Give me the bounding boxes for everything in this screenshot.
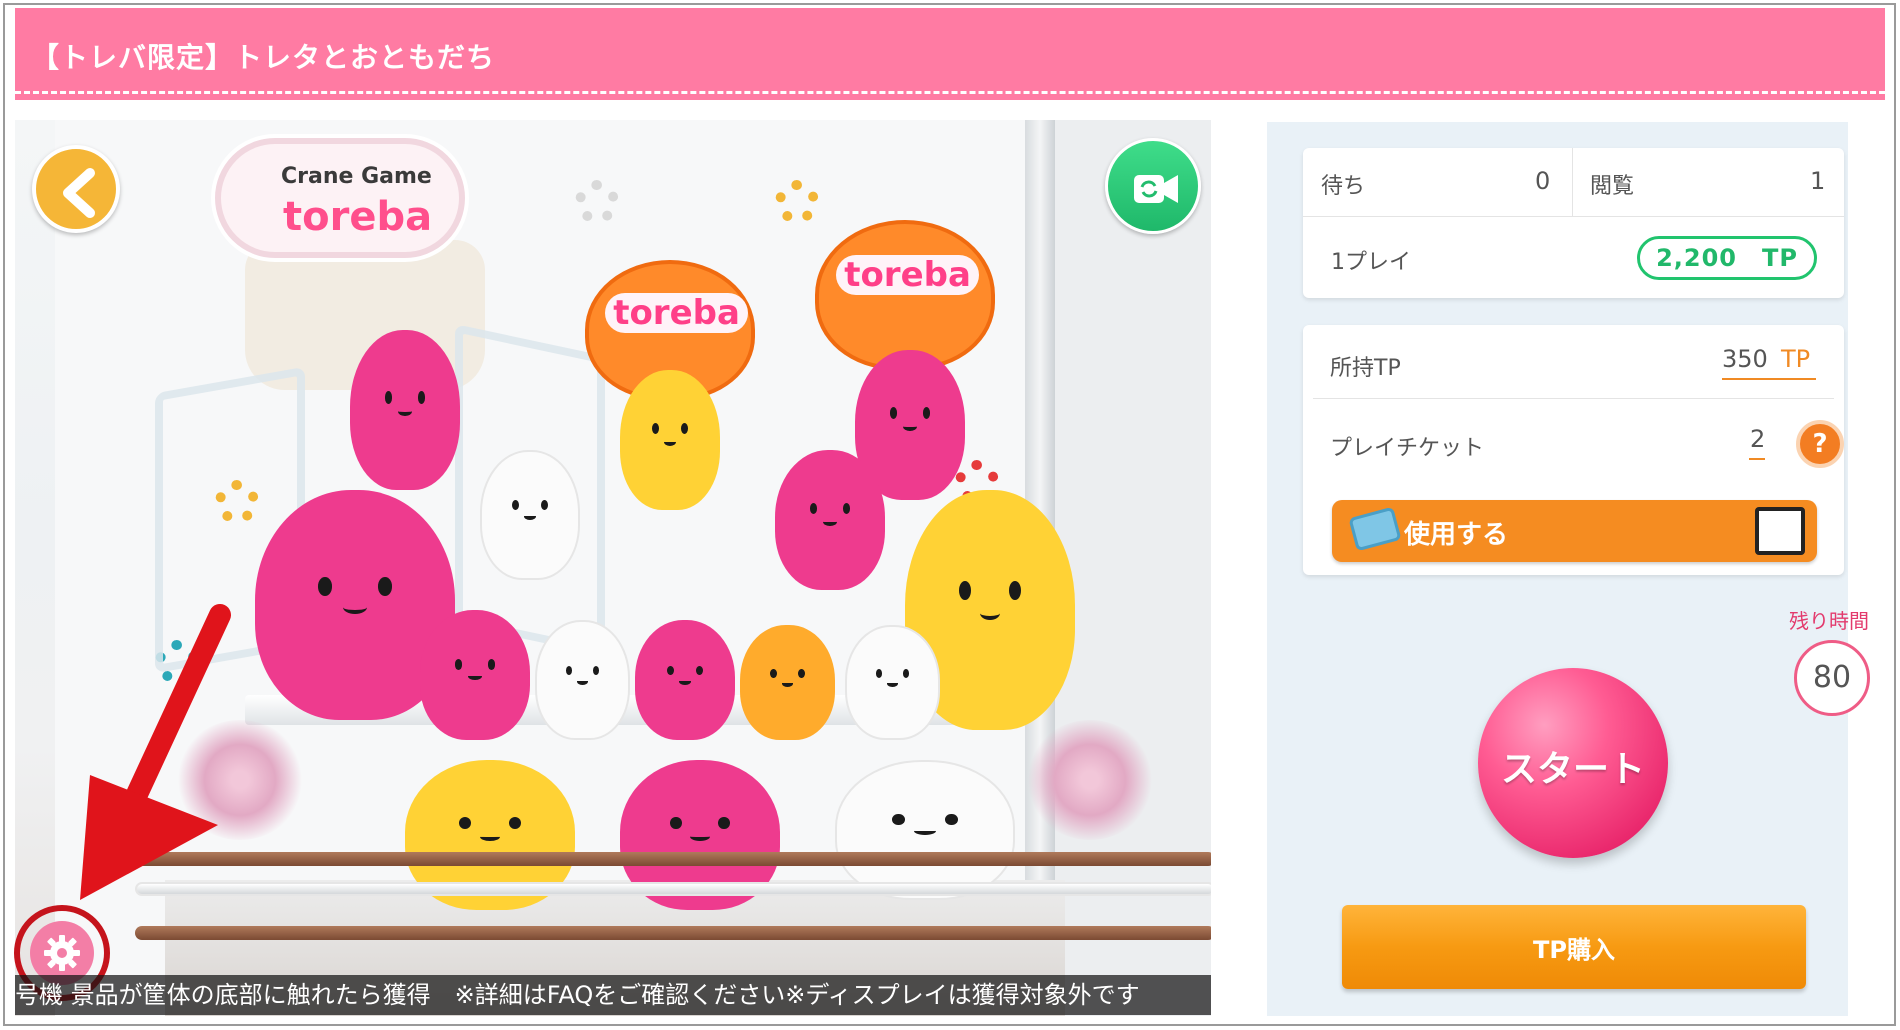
divider — [1303, 216, 1844, 217]
title-banner: 【トレバ限定】トレタとおともだち — [15, 8, 1885, 100]
decor-flower — [775, 180, 819, 224]
use-ticket-label: 使用する — [1404, 520, 1509, 550]
plush-yellow-small — [620, 370, 720, 510]
use-ticket-toggle[interactable]: 使用する — [1332, 500, 1817, 562]
buy-tp-label: TP購入 — [1533, 936, 1615, 964]
red-arrow-annotation — [80, 604, 231, 900]
crane-game-logo: Crane Game toreba — [215, 138, 465, 258]
waiting-label: 待ち — [1321, 174, 1366, 199]
plush-pink-small — [420, 610, 530, 740]
use-ticket-checkbox[interactable] — [1755, 507, 1805, 555]
logo-line-1: Crane Game — [281, 164, 432, 189]
play-price-badge: 2,200 TP — [1637, 236, 1817, 280]
divider — [1572, 148, 1573, 216]
plush-white-small — [480, 450, 580, 580]
switch-camera-button[interactable] — [1105, 138, 1201, 234]
plush-white-small — [845, 625, 940, 740]
owned-tp-unit: TP — [1781, 345, 1811, 373]
chevron-left-icon — [63, 168, 95, 218]
remaining-time-label: 残り時間 — [1789, 609, 1869, 633]
buy-tp-button[interactable]: TP購入 — [1342, 905, 1806, 989]
plush-orange-small — [740, 625, 835, 740]
switch-camera-icon — [1134, 175, 1178, 203]
prize-bag: toreba — [815, 220, 995, 370]
waiting-value: 0 — [1535, 167, 1551, 195]
viewing-value: 1 — [1810, 167, 1826, 195]
banner-dash-line — [15, 91, 1885, 94]
plush-white-lying — [835, 760, 1015, 900]
logo-line-2: toreba — [283, 194, 433, 240]
play-ticket-label: プレイチケット — [1330, 436, 1485, 461]
start-button-label: スタート — [1500, 749, 1645, 790]
play-cost-label: 1プレイ — [1331, 250, 1411, 275]
divider — [1313, 398, 1834, 399]
viewing-label: 閲覧 — [1590, 174, 1635, 199]
start-button[interactable]: スタート — [1478, 668, 1668, 858]
ticket-icon — [1348, 506, 1402, 552]
gear-icon — [44, 935, 80, 971]
info-ticker: 号機 景品が筐体の底部に触れたら獲得 ※詳細はFAQをご確認ください※ディスプレ… — [15, 975, 1211, 1015]
plush-pink-small — [635, 620, 735, 740]
decor-tinsel — [1025, 720, 1155, 840]
play-ticket-value: 2 — [1750, 425, 1766, 453]
ticket-help-button[interactable]: ? — [1796, 420, 1844, 468]
owned-tp-label: 所持TP — [1330, 356, 1401, 381]
decor-flower — [575, 180, 619, 224]
owned-tp-value: 350 — [1722, 345, 1768, 373]
play-ticket-underline — [1749, 458, 1765, 460]
plush-pink-small — [350, 330, 460, 490]
prize-bag-label: toreba — [605, 293, 748, 334]
back-button[interactable] — [32, 145, 120, 233]
plush-pink-small — [775, 450, 885, 590]
plush-white-small — [535, 620, 630, 740]
owned-tp-underline — [1722, 378, 1816, 380]
prize-bar-brown — [135, 926, 1211, 940]
prize-bag-label: toreba — [836, 255, 979, 296]
page-title: 【トレバ限定】トレタとおともだち — [31, 41, 496, 74]
prize-bar-white — [135, 882, 1211, 896]
prize-bar-brown — [135, 852, 1211, 866]
remaining-time-value: 80 — [1794, 640, 1870, 716]
